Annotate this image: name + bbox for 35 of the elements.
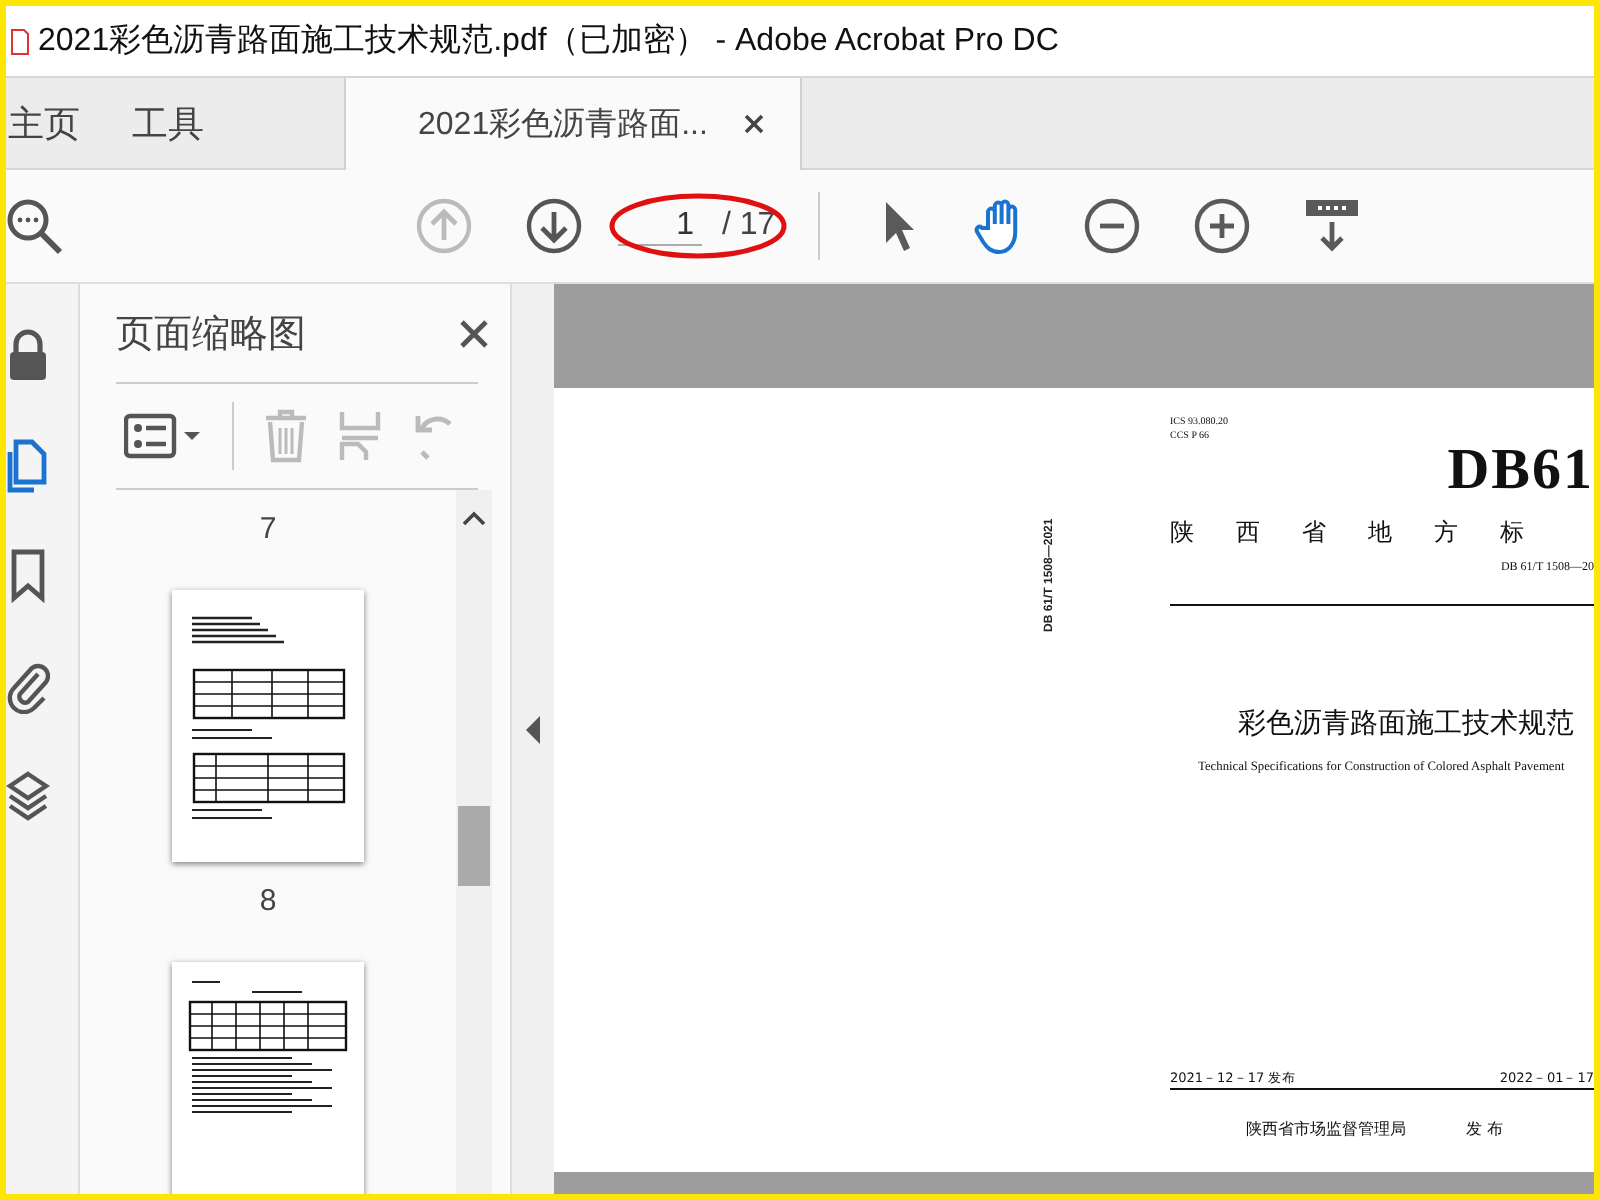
tab[interactable]: 2021彩色沥青路面... — [344, 78, 802, 170]
search-icon[interactable] — [6, 196, 66, 256]
scroll-up-icon[interactable] — [462, 510, 486, 526]
pages-icon[interactable] — [6, 438, 50, 494]
issued-label: 发 布 — [1466, 1118, 1504, 1140]
list-options-icon[interactable] — [124, 412, 204, 460]
scrollbar[interactable] — [456, 490, 492, 1194]
tab[interactable]: 主页 — [6, 78, 104, 168]
issuing-authority: 陕西省市场监督管理局 — [1246, 1118, 1406, 1140]
tab[interactable]: 工具 — [104, 78, 244, 168]
paperclip-icon[interactable] — [6, 658, 50, 714]
page-thumbnail[interactable] — [172, 962, 364, 1194]
standard-code: DB61 — [1445, 444, 1594, 496]
page-number-field[interactable]: 1 — [618, 207, 702, 245]
window-title: 2021彩色沥青路面施工技术规范.pdf（已加密） - Adobe Acrobat Pro DC — [38, 21, 1059, 62]
page-count: / 17 — [722, 208, 776, 244]
page-thumbnail[interactable] — [172, 590, 364, 862]
standard-authority: 陕西省地方标 — [1170, 516, 1568, 550]
next-page-icon[interactable] — [526, 198, 582, 254]
lock-icon[interactable] — [6, 328, 50, 384]
pointer-icon[interactable] — [880, 198, 920, 254]
collapse-arrow-icon[interactable] — [525, 715, 541, 743]
page-number-label: 7 — [259, 510, 277, 550]
keyboard-arrow-icon[interactable] — [1304, 198, 1360, 254]
scroll-thumb[interactable] — [458, 806, 490, 886]
page-number-label: 8 — [259, 882, 277, 922]
panel-title: 页面缩略图 — [116, 312, 306, 360]
pdf-file-icon — [10, 27, 30, 55]
close-icon[interactable] — [743, 114, 764, 134]
layers-icon[interactable] — [6, 768, 50, 824]
zoom-in-icon[interactable] — [1194, 198, 1250, 254]
bookmark-icon[interactable] — [6, 548, 50, 604]
zoom-out-icon[interactable] — [1084, 198, 1140, 254]
document-title: 彩色沥青路面施工技术规范 — [1236, 706, 1576, 742]
close-icon[interactable] — [458, 318, 490, 350]
